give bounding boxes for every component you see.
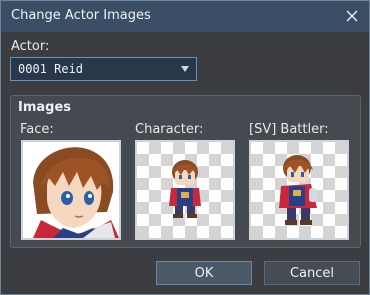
character-sprite (169, 160, 201, 218)
images-group: Images Face: Character: [SV] Battler: (10, 95, 361, 248)
actor-label: Actor: (11, 39, 50, 54)
actor-select-value: 0001 Reid (18, 62, 84, 76)
chevron-down-icon (181, 66, 189, 72)
change-actor-images-dialog: Change Actor Images Actor: 0001 Reid Ima… (0, 0, 370, 295)
actor-select[interactable]: 0001 Reid (10, 57, 197, 81)
character-label: Character: (135, 122, 204, 137)
ok-button[interactable]: OK (156, 261, 252, 285)
face-portrait (23, 142, 119, 238)
face-image[interactable] (21, 140, 121, 240)
close-button[interactable] (341, 5, 363, 27)
face-label: Face: (20, 122, 54, 137)
battler-sprite (279, 155, 317, 225)
battler-image[interactable] (249, 140, 349, 240)
close-icon (346, 10, 358, 22)
window-title: Change Actor Images (11, 8, 151, 23)
title-bar: Change Actor Images (1, 1, 369, 32)
battler-label: [SV] Battler: (249, 122, 329, 137)
character-image[interactable] (135, 140, 235, 240)
images-group-title: Images (18, 100, 72, 115)
dialog-body: Actor: 0001 Reid Images Face: Character:… (1, 32, 369, 294)
cancel-button[interactable]: Cancel (264, 261, 360, 285)
